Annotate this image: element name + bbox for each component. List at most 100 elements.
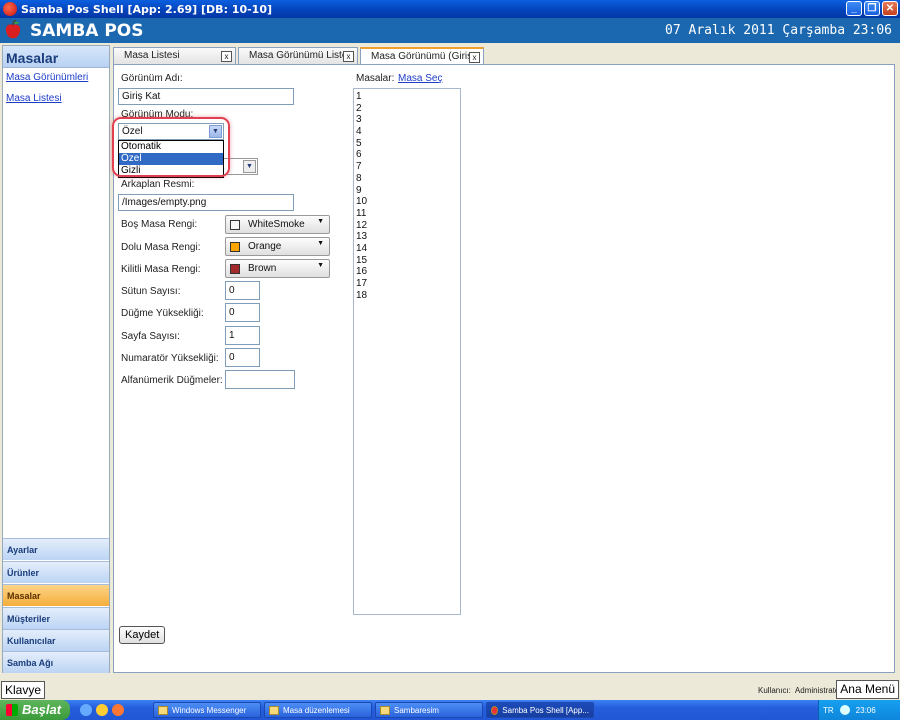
list-item[interactable]: 7 <box>354 161 460 173</box>
list-item[interactable]: 5 <box>354 138 460 150</box>
list-item[interactable]: 16 <box>354 266 460 278</box>
dugme-label: Düğme Yüksekliği: <box>121 308 204 319</box>
header-datetime: 07 Aralık 2011 Çarşamba 23:06 <box>665 23 892 38</box>
list-item[interactable]: 9 <box>354 185 460 197</box>
nav-masalar[interactable]: Masalar <box>3 584 109 606</box>
tab-close-icon[interactable]: x <box>343 51 354 62</box>
chevron-down-icon: ▼ <box>243 160 256 173</box>
maximize-button[interactable]: ❐ <box>864 1 880 16</box>
masa-sec-link[interactable]: Masa Seç <box>398 73 442 84</box>
dolu-renk-select[interactable]: Orange ▼ <box>225 237 330 256</box>
windows-taskbar: Başlat Windows Messenger Masa düzenlemes… <box>0 700 900 720</box>
list-item[interactable]: 13 <box>354 231 460 243</box>
quick-launch <box>80 704 150 716</box>
nav-ayarlar[interactable]: Ayarlar <box>3 538 109 560</box>
list-item[interactable]: 15 <box>354 255 460 267</box>
alfanumerik-input[interactable] <box>225 370 295 389</box>
gorunum-adi-input[interactable]: Giriş Kat <box>118 88 294 105</box>
list-item[interactable]: 10 <box>354 196 460 208</box>
bos-renk-value: WhiteSmoke <box>248 219 305 230</box>
task-sambaresim[interactable]: Sambaresim <box>375 702 483 718</box>
task-samba-pos-shell[interactable]: Samba Pos Shell [App... <box>486 702 594 718</box>
main-menu-button[interactable]: Ana Menü <box>836 680 899 699</box>
caret-down-icon: ▼ <box>317 240 324 247</box>
list-item[interactable]: 14 <box>354 243 460 255</box>
task-label: Masa düzenlemesi <box>283 705 350 715</box>
bos-renk-select[interactable]: WhiteSmoke ▼ <box>225 215 330 234</box>
brand-name: SAMBA POS <box>30 21 144 41</box>
sidebar: Masalar Masa Görünümleri Masa Listesi Ay… <box>2 45 110 673</box>
kilitli-renk-select[interactable]: Brown ▼ <box>225 259 330 278</box>
list-item[interactable]: 8 <box>354 173 460 185</box>
tab-label: Masa Görünümü Liste <box>249 50 348 61</box>
dolu-renk-label: Dolu Masa Rengi: <box>121 242 201 253</box>
messenger-icon[interactable] <box>96 704 108 716</box>
color-swatch <box>230 264 240 274</box>
alfanumerik-label: Alfanümerik Düğmeler: <box>121 375 223 386</box>
document-tabs: Masa Listesi x Masa Görünümü Liste x Mas… <box>113 47 486 65</box>
keyboard-button[interactable]: Klavye <box>1 681 46 699</box>
ie-icon[interactable] <box>80 704 92 716</box>
app-header: SAMBA POS 07 Aralık 2011 Çarşamba 23:06 <box>0 18 900 43</box>
minimize-button[interactable]: _ <box>846 1 862 16</box>
window-titlebar[interactable]: Samba Pos Shell [App: 2.69] [DB: 10-10] … <box>0 0 900 18</box>
tab-masa-gorunumu-liste[interactable]: Masa Görünümü Liste x <box>238 47 358 64</box>
editor-panel: Görünüm Adı: Giriş Kat Görünüm Modu: ▼ Ö… <box>112 64 895 673</box>
tray-clock[interactable]: 23:06 <box>856 706 876 715</box>
arkaplan-label: Arkaplan Resmi: <box>121 179 195 190</box>
tab-masa-gorunumu-giris[interactable]: Masa Görünümü (Giriş x <box>360 47 484 65</box>
task-label: Sambaresim <box>394 705 439 715</box>
list-item[interactable]: 18 <box>354 290 460 302</box>
list-item[interactable]: 2 <box>354 103 460 115</box>
nav-urunler[interactable]: Ürünler <box>3 561 109 583</box>
task-windows-messenger[interactable]: Windows Messenger <box>153 702 261 718</box>
task-label: Samba Pos Shell [App... <box>502 705 589 715</box>
nav-samba-agi[interactable]: Samba Ağı <box>3 651 109 673</box>
nav-musteriler[interactable]: Müşteriler <box>3 607 109 629</box>
caret-down-icon: ▼ <box>317 262 324 269</box>
user-name: Administrator <box>794 686 843 695</box>
sidebar-link-masa-gorunumleri[interactable]: Masa Görünümleri <box>3 68 109 89</box>
samba-apple-logo-icon <box>5 20 21 39</box>
tab-masa-listesi[interactable]: Masa Listesi x <box>113 47 236 64</box>
tab-label: Masa Listesi <box>124 50 180 61</box>
masalar-label: Masalar: <box>356 73 395 84</box>
tab-close-icon[interactable]: x <box>469 52 480 63</box>
sutun-input[interactable]: 0 <box>225 281 260 300</box>
color-swatch <box>230 242 240 252</box>
list-item[interactable]: 11 <box>354 208 460 220</box>
dolu-renk-value: Orange <box>248 241 282 252</box>
bos-renk-label: Boş Masa Rengi: <box>121 219 198 230</box>
task-masa-duzenlemesi[interactable]: Masa düzenlemesi <box>264 702 372 718</box>
task-label: Windows Messenger <box>172 705 247 715</box>
sidebar-link-masa-listesi[interactable]: Masa Listesi <box>3 89 109 110</box>
numarator-input[interactable]: 0 <box>225 348 260 367</box>
list-item[interactable]: 3 <box>354 114 460 126</box>
dugme-input[interactable]: 0 <box>225 303 260 322</box>
sayfa-input[interactable]: 1 <box>225 326 260 345</box>
nav-kullanicilar[interactable]: Kullanıcılar <box>3 629 109 651</box>
list-item[interactable]: 4 <box>354 126 460 138</box>
close-button[interactable]: ✕ <box>882 1 898 16</box>
folder-icon <box>269 705 279 715</box>
window-title: Samba Pos Shell [App: 2.69] [DB: 10-10] <box>21 2 273 16</box>
sidebar-title: Masalar <box>3 46 109 68</box>
list-item[interactable]: 12 <box>354 220 460 232</box>
masalar-list[interactable]: 1 2 3 4 5 6 7 8 9 10 11 12 13 14 15 16 1… <box>353 88 461 615</box>
list-item[interactable]: 6 <box>354 149 460 161</box>
sayfa-label: Sayfa Sayısı: <box>121 331 180 342</box>
firefox-icon[interactable] <box>112 704 124 716</box>
status-bar: Klavye Kullanıcı: Administrator Ana Menü <box>0 680 900 700</box>
start-button[interactable]: Başlat <box>0 700 70 720</box>
kilitli-renk-value: Brown <box>248 263 277 274</box>
tray-language[interactable]: TR <box>823 706 834 715</box>
network-icon[interactable] <box>839 705 850 715</box>
folder-icon <box>380 705 390 715</box>
arkaplan-input[interactable]: /Images/empty.png <box>118 194 294 211</box>
list-item[interactable]: 1 <box>354 91 460 103</box>
highlight-annotation <box>112 117 230 177</box>
list-item[interactable]: 17 <box>354 278 460 290</box>
save-button[interactable]: Kaydet <box>119 626 166 644</box>
window-controls: _ ❐ ✕ <box>846 1 898 16</box>
tab-close-icon[interactable]: x <box>221 51 232 62</box>
